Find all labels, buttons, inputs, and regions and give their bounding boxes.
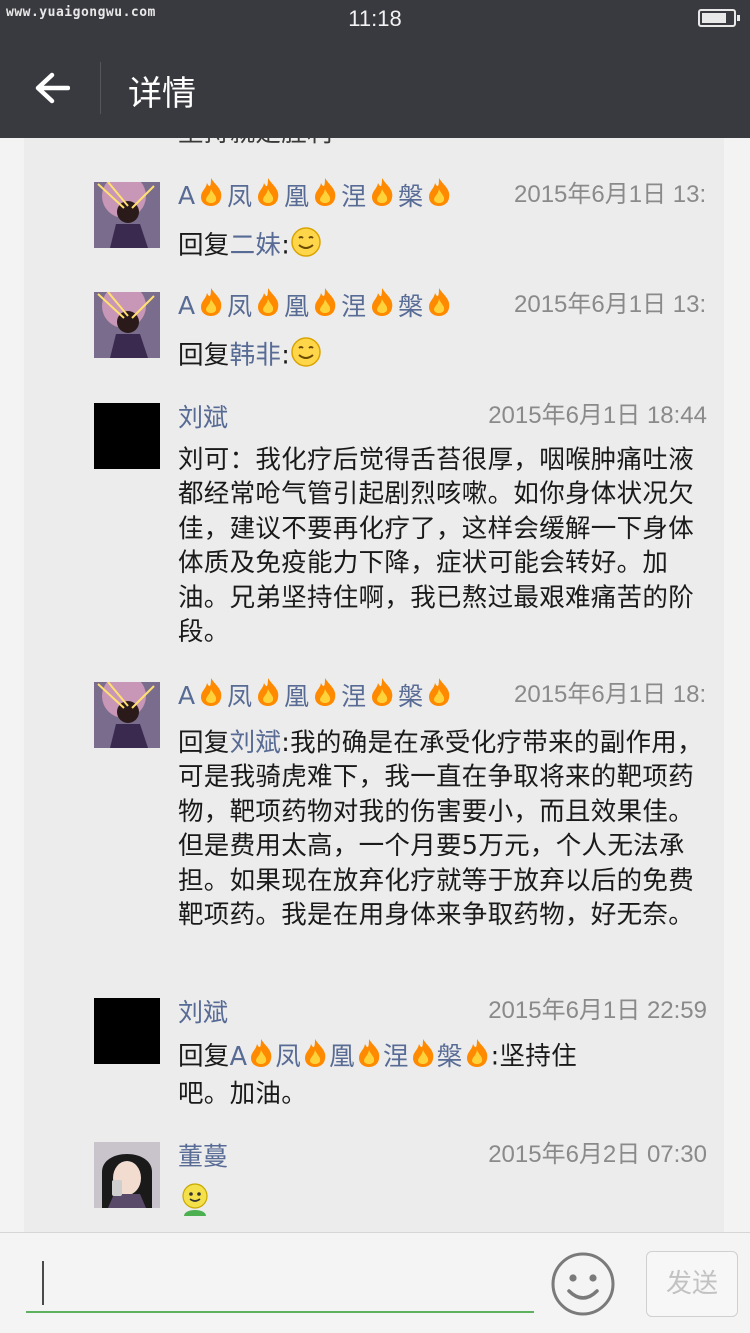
comment-item[interactable]: 刘斌 2015年6月1日 22:59 回复A 凤凰涅槃:坚持住 吧。加油。 <box>24 994 724 1134</box>
comment-item[interactable]: 刘斌 2015年6月1日 18:44 刘可：我化疗后觉得舌苔很厚，咽喉肿痛吐液都… <box>24 399 724 679</box>
input-bar: 发送 <box>0 1232 750 1333</box>
comment-author[interactable]: 刘斌 <box>178 399 228 433</box>
comment-list[interactable]: 坚持就是胜利 A凤凰涅槃 2015年6月1日 13: 回复二妹: A凤凰涅槃 2… <box>24 138 724 1232</box>
reply-target-link[interactable]: 二妹 <box>230 231 282 261</box>
author-name-part: A <box>178 180 196 210</box>
comment-item[interactable]: 董蔓 2015年6月2日 07:30 <box>24 1138 724 1232</box>
fire-emoji-icon <box>254 177 282 213</box>
author-name-part: 凰 <box>284 682 310 711</box>
fire-emoji-icon <box>311 677 339 713</box>
text-caret <box>42 1261 44 1305</box>
comment-text: 回复二妹: <box>178 226 708 267</box>
reply-target-link[interactable]: 刘斌 <box>230 728 282 758</box>
comment-text: 刘可：我化疗后觉得舌苔很厚，咽喉肿痛吐液都经常呛气管引起剧烈咳嗽。如你身体状况欠… <box>178 445 695 648</box>
comment-time: 2015年6月1日 13: <box>514 291 707 318</box>
author-name-part: 涅 <box>341 182 367 211</box>
comment-text: 回复A 凤凰涅槃:坚持住 吧。加油。 <box>178 1038 708 1112</box>
comment-time: 2015年6月1日 18: <box>514 681 707 708</box>
fire-emoji-icon <box>355 1038 383 1077</box>
author-name-part: 凤 <box>227 292 253 321</box>
status-bar: www.yuaigongwu.com 11:18 <box>0 0 750 38</box>
avatar[interactable] <box>94 1142 160 1208</box>
fire-emoji-icon <box>425 287 453 323</box>
author-name-part: 槃 <box>398 182 424 211</box>
fire-emoji-icon <box>409 1038 437 1077</box>
author-name-part: 凤 <box>227 182 253 211</box>
smile-emoji-icon <box>290 336 322 377</box>
fire-emoji-icon <box>197 677 225 713</box>
comment-time: 2015年6月1日 18:44 <box>488 402 707 429</box>
fire-emoji-icon <box>254 677 282 713</box>
author-name-part: A <box>178 680 196 710</box>
fire-emoji-icon <box>463 1038 491 1077</box>
page-title: 详情 <box>128 74 196 114</box>
author-name-part: 槃 <box>398 682 424 711</box>
avatar[interactable] <box>94 292 160 358</box>
comment-item[interactable]: A 凤 凰 涅 槃 2015年6月1日 13: 回复韩非: <box>24 288 724 398</box>
fire-emoji-icon <box>301 1038 329 1077</box>
fire-emoji-icon <box>197 287 225 323</box>
smile-emoji-icon <box>290 226 322 267</box>
comment-author[interactable]: A凤凰涅槃 <box>178 288 455 322</box>
comment-time: 2015年6月2日 07:30 <box>488 1141 707 1168</box>
reply-target-link[interactable]: 韩非 <box>230 341 282 371</box>
fire-emoji-icon <box>425 677 453 713</box>
fire-emoji-icon <box>368 287 396 323</box>
comment-input[interactable] <box>26 1257 534 1313</box>
title-bar: 详情 <box>0 38 750 138</box>
comment-item[interactable]: A 凤 凰 涅 槃 2015年6月1日 13: 回复二妹: <box>24 178 724 288</box>
avatar[interactable] <box>94 998 160 1064</box>
status-time: 11:18 <box>348 6 402 31</box>
comment-author[interactable]: 刘斌 <box>178 994 228 1028</box>
author-name-part: 凰 <box>284 182 310 211</box>
battery-icon <box>698 9 740 27</box>
author-name-part: 凰 <box>284 292 310 321</box>
title-divider <box>100 62 101 114</box>
avatar[interactable] <box>94 682 160 748</box>
author-name-part: 涅 <box>341 292 367 321</box>
comment-time: 2015年6月1日 13: <box>514 181 707 208</box>
author-name-part: 槃 <box>398 292 424 321</box>
comment-item[interactable]: A 凤 凰 涅 槃 2015年6月1日 18: 回复刘斌:我的确是在承受化疗带来的副作用… <box>24 678 724 998</box>
fire-emoji-icon <box>311 287 339 323</box>
fire-emoji-icon <box>368 177 396 213</box>
avatar[interactable] <box>94 182 160 248</box>
comment-author[interactable]: A凤凰涅槃 <box>178 678 455 712</box>
comment-text <box>178 1182 708 1227</box>
comment-author[interactable]: 董蔓 <box>178 1138 228 1172</box>
emoji-button[interactable] <box>550 1251 616 1317</box>
fire-emoji-icon <box>368 677 396 713</box>
comment-time: 2015年6月1日 22:59 <box>488 997 707 1024</box>
reply-target-link[interactable]: A凤凰涅槃 <box>230 1039 491 1072</box>
comment-text: 回复韩非: <box>178 336 708 377</box>
author-name-part: A <box>178 290 196 320</box>
partial-comment: 坚持就是胜利 <box>24 138 724 150</box>
smiley-face-icon <box>551 1252 615 1316</box>
author-name-part: 涅 <box>341 682 367 711</box>
comment-text: 坚持就是胜利 <box>178 138 708 150</box>
comment-author[interactable]: A凤凰涅槃 <box>178 178 455 212</box>
fire-emoji-icon <box>311 177 339 213</box>
fire-emoji-icon <box>254 287 282 323</box>
avatar[interactable] <box>94 403 160 469</box>
fire-emoji-icon <box>247 1038 275 1077</box>
fire-emoji-icon <box>197 177 225 213</box>
back-button[interactable] <box>20 56 84 120</box>
send-button[interactable]: 发送 <box>646 1251 738 1317</box>
arrow-left-icon <box>35 72 70 104</box>
fire-emoji-icon <box>425 177 453 213</box>
smile-emoji-icon <box>178 1182 212 1227</box>
author-name-part: 凤 <box>227 682 253 711</box>
app-screen: www.yuaigongwu.com 11:18 详情 坚持就是胜利 A凤凰涅槃 <box>0 0 750 1333</box>
comment-text: 回复刘斌:我的确是在承受化疗带来的副作用，可是我骑虎难下，我一直在争取将来的靶项… <box>178 728 703 931</box>
